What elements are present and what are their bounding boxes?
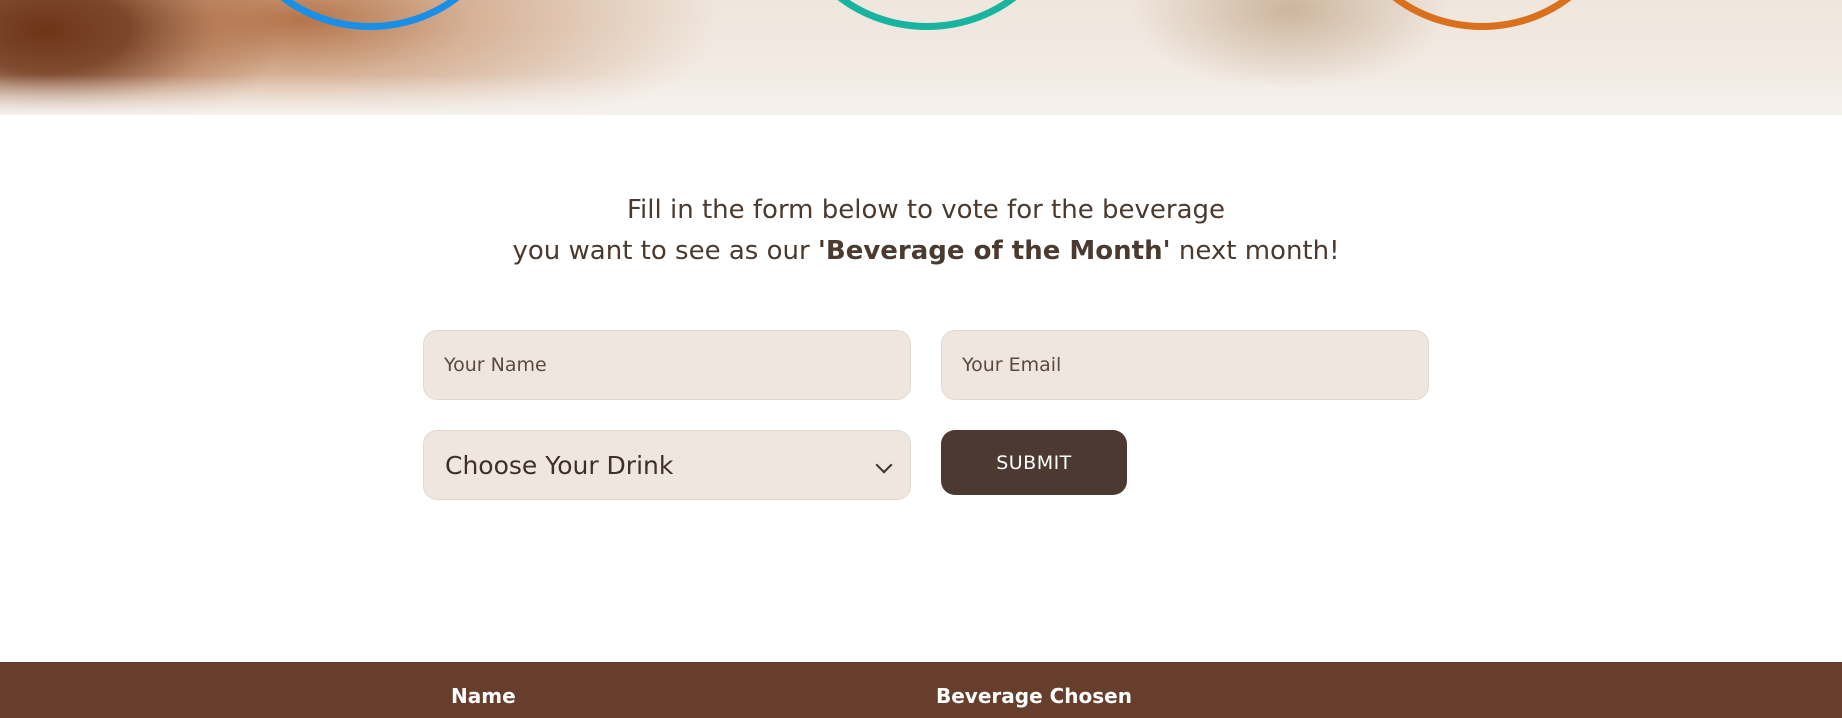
name-input[interactable] — [424, 331, 910, 399]
drink-select[interactable]: Choose Your Drink — [423, 430, 911, 500]
email-input[interactable] — [942, 331, 1428, 399]
intro-line-2: you want to see as our 'Beverage of the … — [0, 231, 1842, 272]
intro-line-2-prefix: you want to see as our — [512, 236, 818, 266]
chevron-down-icon — [875, 456, 893, 474]
vote-intro-text: Fill in the form below to vote for the b… — [0, 190, 1842, 272]
blue-ring-decoration — [230, 0, 510, 30]
gradient-ring-decoration — [787, 0, 1067, 30]
column-header-name: Name — [451, 684, 516, 708]
results-table-header: Name Beverage Chosen — [0, 662, 1842, 718]
intro-line-1: Fill in the form below to vote for the b… — [626, 195, 1225, 225]
orange-ring-decoration — [1342, 0, 1622, 30]
vote-page: Fill in the form below to vote for the b… — [0, 0, 1842, 718]
name-field — [423, 330, 911, 400]
beverage-of-the-month-emphasis: 'Beverage of the Month' — [817, 236, 1171, 266]
intro-line-2-suffix: next month! — [1170, 236, 1340, 266]
column-header-beverage: Beverage Chosen — [936, 684, 1132, 708]
hero-fade — [0, 75, 1842, 115]
submit-button[interactable]: SUBMIT — [941, 430, 1127, 495]
email-field — [941, 330, 1429, 400]
hero-banner — [0, 0, 1842, 115]
drink-select-label: Choose Your Drink — [445, 451, 674, 480]
